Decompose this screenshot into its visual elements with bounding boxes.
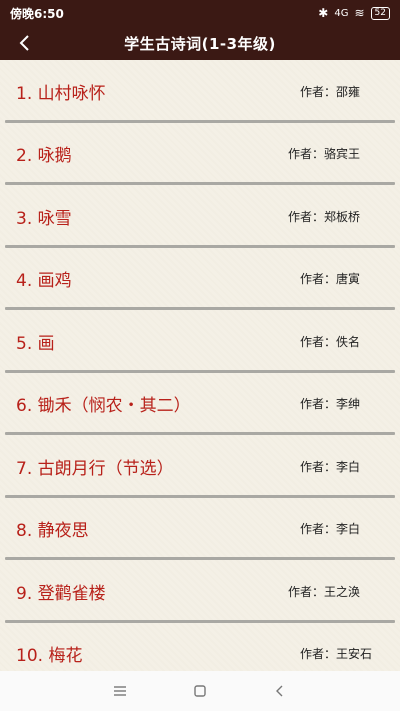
poem-title: 4. 画鸡 (16, 271, 72, 292)
poem-item-3[interactable]: 3. 咏雪 作者：郑板桥 (0, 185, 400, 248)
poem-item-10[interactable]: 10. 梅花 作者：王安石 (0, 623, 400, 672)
battery-icon: 52 (370, 6, 390, 20)
system-back-button[interactable] (270, 681, 290, 701)
poem-item-5[interactable]: 5. 画 作者：佚名 (0, 310, 400, 373)
poem-title: 7. 古朗月行（节选） (16, 458, 174, 479)
poem-author: 作者：唐寅 (299, 272, 360, 287)
poem-title: 6. 锄禾（悯农・其二） (16, 396, 191, 417)
back-icon (276, 685, 283, 697)
app-bar: 学生古诗词(1-3年级) (0, 26, 400, 60)
poem-item-6[interactable]: 6. 锄禾（悯农・其二） 作者：李绅 (0, 373, 400, 436)
wifi-icon: ≋ (354, 6, 365, 20)
status-icons: ✱ 4G ≋ 52 (318, 6, 390, 20)
poem-item-4[interactable]: 4. 画鸡 作者：唐寅 (0, 248, 400, 311)
poem-list[interactable]: 1. 山村咏怀 作者：邵雍 2. 咏鹅 作者：骆宾王 3. 咏雪 作者：郑板桥 … (0, 60, 400, 671)
back-button[interactable] (12, 26, 36, 60)
poem-author: 作者：佚名 (299, 334, 360, 349)
poem-title: 9. 登鹳雀楼 (16, 583, 106, 604)
poem-author: 作者：王安石 (299, 647, 372, 662)
poem-author: 作者：郑板桥 (287, 209, 360, 224)
page-title: 学生古诗词(1-3年级) (124, 34, 276, 53)
poem-author: 作者：李绅 (299, 397, 360, 412)
home-button[interactable] (190, 681, 210, 701)
poem-item-2[interactable]: 2. 咏鹅 作者：骆宾王 (0, 123, 400, 186)
poem-title: 2. 咏鹅 (16, 146, 72, 167)
poem-item-8[interactable]: 8. 静夜思 作者：李白 (0, 498, 400, 561)
signal-icon: 4G (334, 7, 349, 19)
poem-author: 作者：骆宾王 (287, 147, 360, 162)
menu-button[interactable] (110, 681, 130, 701)
home-icon (194, 685, 206, 697)
back-chevron-icon (19, 35, 29, 51)
poem-author: 作者：邵雍 (299, 84, 360, 99)
system-nav-bar (0, 671, 400, 711)
poem-author: 作者：李白 (299, 522, 360, 537)
poem-item-9[interactable]: 9. 登鹳雀楼 作者：王之涣 (0, 560, 400, 623)
menu-icon (114, 686, 126, 696)
poem-title: 8. 静夜思 (16, 521, 89, 542)
poem-item-7[interactable]: 7. 古朗月行（节选） 作者：李白 (0, 435, 400, 498)
status-time: 傍晚6:50 (10, 6, 64, 21)
poem-author: 作者：王之涣 (287, 584, 360, 599)
poem-title: 10. 梅花 (16, 646, 83, 667)
status-bar: 傍晚6:50 ✱ 4G ≋ 52 (0, 0, 400, 26)
poem-title: 5. 画 (16, 333, 55, 354)
poem-title: 3. 咏雪 (16, 208, 72, 229)
poem-title: 1. 山村咏怀 (16, 83, 106, 104)
poem-item-1[interactable]: 1. 山村咏怀 作者：邵雍 (0, 60, 400, 123)
bluetooth-icon: ✱ (318, 6, 329, 20)
poem-author: 作者：李白 (299, 459, 360, 474)
